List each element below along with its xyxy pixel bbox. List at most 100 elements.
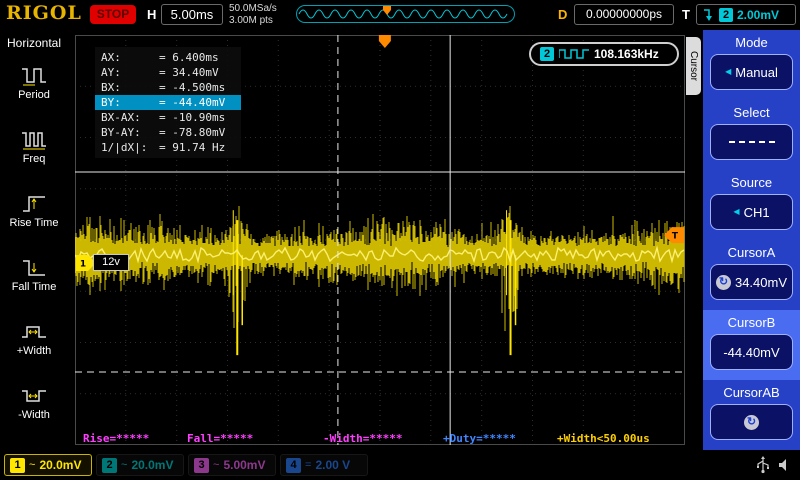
sidebar-item-label: Fall Time bbox=[11, 280, 57, 293]
sample-rate: 50.0MSa/s bbox=[229, 3, 277, 14]
left-function-sidebar: Horizontal Period Freq Rise Time Fall Ti… bbox=[0, 30, 68, 450]
rise-time-icon bbox=[23, 195, 45, 212]
cursor-row-ay: AY: = 34.40mV bbox=[101, 66, 219, 79]
minus-width-icon bbox=[22, 389, 46, 402]
channel4-chip[interactable]: 4 = 2.00 V bbox=[280, 454, 368, 476]
vertical-scale: 2.00 V bbox=[315, 458, 351, 472]
run-state-badge[interactable]: STOP bbox=[90, 5, 136, 24]
oscilloscope-ui: RIGOL STOP H 5.00ms 50.0MSa/s 3.00M pts … bbox=[0, 0, 800, 480]
cursor-row-bxax: BX-AX: = -10.90ms bbox=[101, 111, 226, 124]
menu-title: CursorB bbox=[727, 315, 776, 330]
menu-section-cursor-a: CursorA ↻ 34.40mV bbox=[703, 240, 800, 310]
measurement-plus-duty: +Duty=***** bbox=[443, 432, 516, 445]
channel-number-badge: 3 bbox=[194, 457, 209, 473]
status-icons bbox=[756, 456, 790, 474]
channel-number-badge: 2 bbox=[102, 457, 117, 473]
trigger-label: T bbox=[682, 7, 690, 22]
cursor-ab-button[interactable]: ↻ bbox=[710, 404, 793, 440]
cursor-row-inv-dx: 1/|dX|: = 91.74 Hz bbox=[101, 141, 226, 154]
square-wave-icon bbox=[559, 49, 589, 59]
select-button[interactable] bbox=[710, 124, 793, 160]
vertical-scale: 5.00mV bbox=[223, 458, 266, 472]
measurement-fall: Fall=***** bbox=[187, 432, 254, 445]
trigger-level-value: 2.00mV bbox=[737, 7, 780, 22]
sidebar-item-label: Period bbox=[18, 88, 50, 101]
timebase-wave-icon bbox=[298, 6, 508, 19]
cursor-row-ax: AX: = 6.400ms bbox=[101, 51, 219, 64]
waveform-label[interactable]: 12v bbox=[93, 254, 129, 271]
menu-title: Source bbox=[730, 175, 773, 190]
cursor-a-button[interactable]: ↻ 34.40mV bbox=[710, 264, 793, 300]
acquisition-info: 50.0MSa/s 3.00M pts bbox=[229, 3, 277, 27]
trigger-status[interactable]: 2 2.00mV bbox=[696, 4, 796, 25]
channel2-chip[interactable]: 2 ~ 20.0mV bbox=[96, 454, 184, 476]
sidebar-item-fall-time[interactable]: Fall Time bbox=[0, 242, 68, 306]
freq-icon bbox=[22, 131, 46, 149]
memory-depth: 3.00M pts bbox=[229, 15, 273, 26]
sidebar-item-label: Freq bbox=[22, 152, 46, 165]
cursor-row-bx: BX: = -4.500ms bbox=[101, 81, 226, 94]
counter-channel-badge: 2 bbox=[540, 47, 554, 61]
horizontal-label: H bbox=[147, 7, 157, 22]
usb-icon bbox=[757, 456, 769, 474]
trigger-source-badge: 2 bbox=[719, 7, 733, 22]
top-status-bar: RIGOL STOP H 5.00ms 50.0MSa/s 3.00M pts … bbox=[0, 0, 800, 30]
rotate-knob-icon: ↻ bbox=[715, 274, 731, 290]
menu-section-mode: Mode ◀ Manual bbox=[703, 30, 800, 100]
measurement-plus-width: +Width<50.00us bbox=[557, 432, 650, 445]
svg-text:T: T bbox=[672, 232, 679, 242]
measurement-minus-width: -Width=***** bbox=[323, 432, 403, 445]
dashed-line-icon bbox=[728, 141, 775, 143]
channel-status-bar: 1 ~ 20.0mV 2 ~ 20.0mV 3 ~ 5.00mV 4 = 2.0… bbox=[0, 450, 800, 480]
channel-number-badge: 4 bbox=[286, 457, 301, 473]
coupling-symbol: ~ bbox=[213, 459, 220, 471]
menu-section-cursor-ab: CursorAB ↻ bbox=[703, 380, 800, 450]
measurement-rise: Rise=***** bbox=[83, 432, 150, 445]
arrow-left-icon: ◀ bbox=[733, 207, 740, 216]
mode-button[interactable]: ◀ Manual bbox=[710, 54, 793, 90]
rotate-knob-icon: ↻ bbox=[744, 414, 759, 430]
coupling-symbol: ~ bbox=[29, 459, 36, 471]
plus-width-icon bbox=[22, 325, 46, 338]
sidebar-item-plus-width[interactable]: +Width bbox=[0, 306, 68, 370]
frequency-counter: 2 108.163kHz bbox=[529, 42, 679, 66]
menu-title: CursorA bbox=[727, 245, 776, 260]
scope-display: T 1 AX: = 6.400ms AY: = 34.40mV BX: = -4.500… bbox=[74, 34, 686, 446]
trigger-slope-icon bbox=[704, 9, 712, 21]
svg-text:1: 1 bbox=[80, 259, 86, 269]
cursor-row-by: BY: = -44.40mV bbox=[95, 95, 241, 110]
cursor-b-button[interactable]: -44.40mV bbox=[710, 334, 793, 370]
vertical-scale: 20.0mV bbox=[131, 458, 174, 472]
sidebar-title: Horizontal bbox=[6, 36, 62, 50]
measurement-row: Rise=***** Fall=***** -Width=***** +Duty… bbox=[75, 432, 685, 445]
channel1-chip[interactable]: 1 ~ 20.0mV bbox=[4, 454, 92, 476]
cursor-row-byay: BY-AY: = -78.80mV bbox=[101, 126, 226, 139]
delay-label: D bbox=[558, 7, 568, 22]
sound-icon bbox=[779, 459, 786, 471]
menu-section-cursor-b: CursorB -44.40mV bbox=[703, 310, 800, 380]
channel3-chip[interactable]: 3 ~ 5.00mV bbox=[188, 454, 276, 476]
sidebar-item-freq[interactable]: Freq bbox=[0, 114, 68, 178]
delay-value[interactable]: 0.00000000ps bbox=[574, 4, 674, 25]
source-button[interactable]: ◀ CH1 bbox=[710, 194, 793, 230]
coupling-symbol: = bbox=[305, 459, 312, 471]
sidebar-item-minus-width[interactable]: -Width bbox=[0, 370, 68, 434]
timebase-value[interactable]: 5.00ms bbox=[161, 4, 223, 25]
fall-time-icon bbox=[23, 259, 45, 276]
menu-tab-cursor[interactable]: Cursor bbox=[686, 37, 701, 95]
sidebar-item-rise-time[interactable]: Rise Time bbox=[0, 178, 68, 242]
rigol-logo: RIGOL bbox=[6, 2, 82, 24]
vertical-scale: 20.0mV bbox=[39, 458, 82, 472]
sidebar-item-label: +Width bbox=[16, 344, 52, 357]
sidebar-item-label: -Width bbox=[18, 408, 50, 421]
counter-value: 108.163kHz bbox=[594, 47, 659, 61]
menu-title: CursorAB bbox=[723, 385, 780, 400]
menu-section-source: Source ◀ CH1 bbox=[703, 170, 800, 240]
coupling-symbol: ~ bbox=[121, 459, 128, 471]
sidebar-item-label: Rise Time bbox=[9, 216, 59, 229]
period-icon bbox=[22, 67, 46, 85]
arrow-left-icon: ◀ bbox=[725, 67, 732, 76]
soft-menu: Mode ◀ Manual Select Source ◀ CH1 Cursor… bbox=[703, 30, 800, 450]
sidebar-item-period[interactable]: Period bbox=[0, 50, 68, 114]
horizontal-position-indicator[interactable] bbox=[296, 5, 515, 23]
